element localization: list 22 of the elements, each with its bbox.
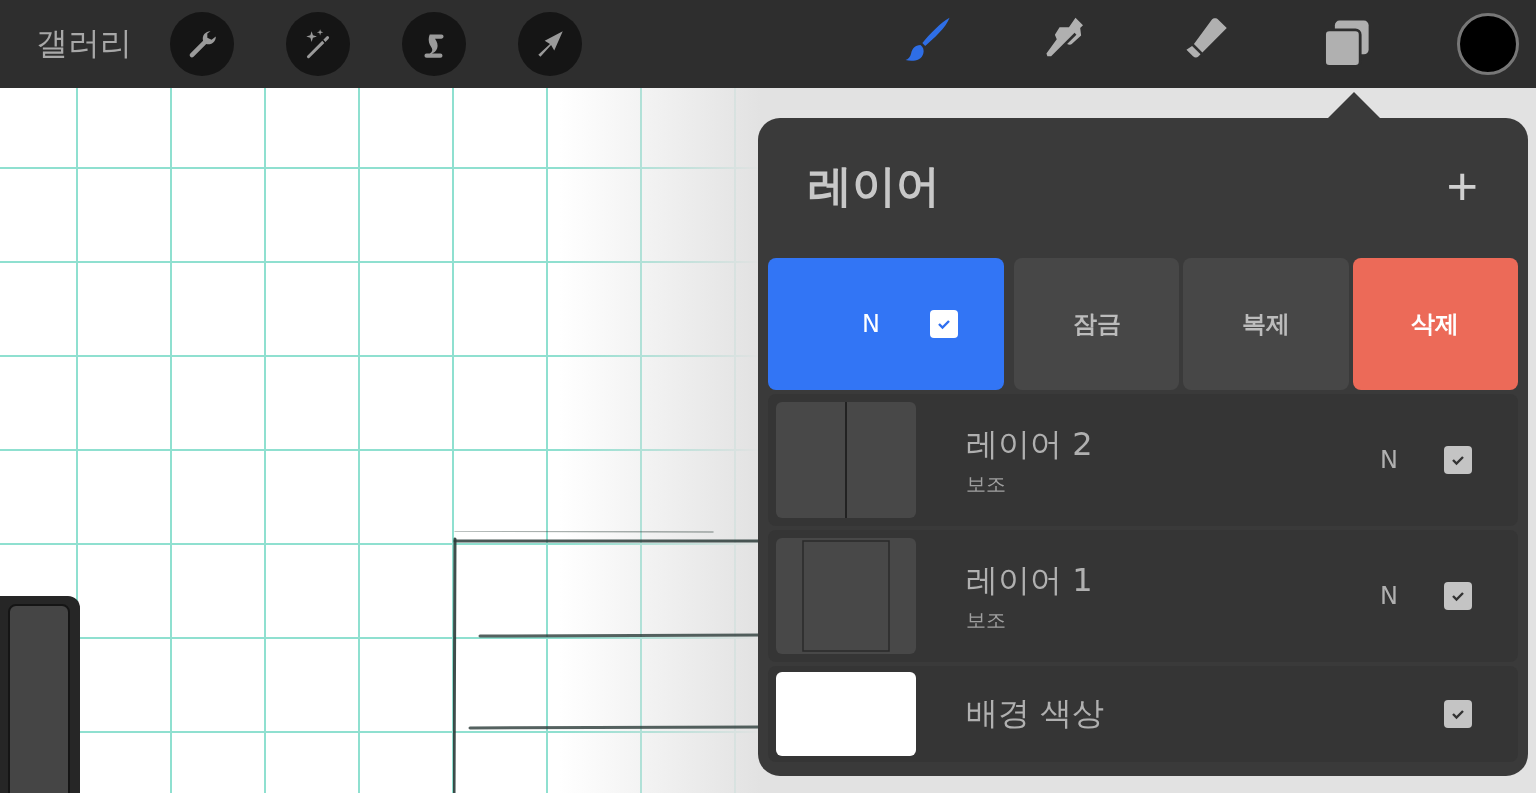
visibility-checkbox[interactable] bbox=[1444, 582, 1472, 610]
blend-mode[interactable]: N bbox=[1380, 582, 1398, 610]
layer-row[interactable]: 레이어 1 보조 N bbox=[768, 530, 1518, 662]
blend-mode[interactable]: N bbox=[862, 310, 930, 338]
selected-layer-row[interactable]: N bbox=[768, 258, 1004, 390]
layer-row[interactable]: 배경 색상 bbox=[768, 666, 1518, 762]
layer-name: 레이어 2 bbox=[966, 423, 1094, 465]
blend-mode[interactable]: N bbox=[1380, 446, 1398, 474]
layer-sublabel: 보조 bbox=[966, 606, 1007, 634]
action-button[interactable]: 복제 bbox=[1183, 258, 1349, 390]
visibility-checkbox[interactable] bbox=[1444, 446, 1472, 474]
layer-row[interactable]: 레이어 2 보조 N bbox=[768, 394, 1518, 526]
layer-name: 레이어 1 bbox=[966, 559, 1094, 601]
visibility-checkbox[interactable] bbox=[1444, 700, 1472, 728]
gallery-link[interactable]: 갤러리 bbox=[36, 22, 136, 66]
panel-title: 레이어 bbox=[808, 158, 940, 213]
delete-button[interactable]: 삭제 bbox=[1352, 258, 1518, 390]
add-layer-button[interactable]: + bbox=[1446, 159, 1478, 213]
layer-sublabel: 보조 bbox=[966, 470, 1007, 498]
action-button[interactable]: 잠금 bbox=[1014, 258, 1180, 390]
layer-name: 배경 색상 bbox=[966, 693, 1106, 734]
visibility-checkbox[interactable] bbox=[930, 310, 958, 338]
